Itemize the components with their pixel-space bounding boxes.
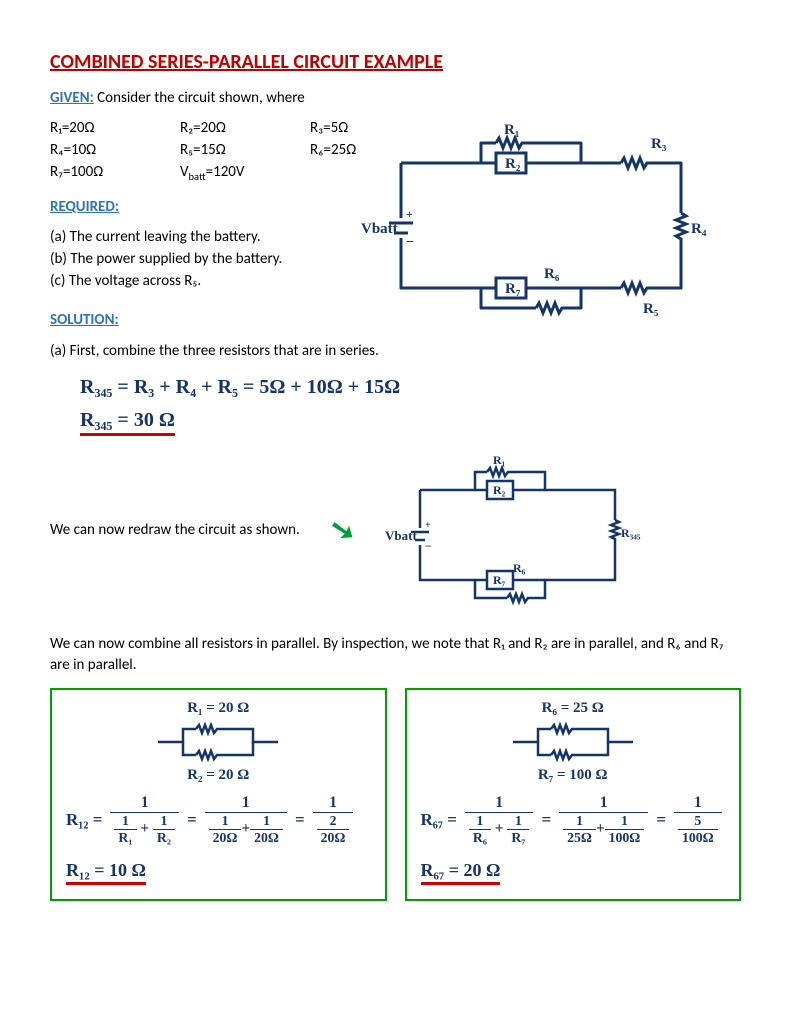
svg-text:−: − (406, 235, 414, 250)
box-r67: R₆ = 25 Ω R₇ = 100 Ω R₆₇ = 11R₆ + 1R₇ = … (405, 688, 742, 901)
svg-text:R₂: R₂ (505, 156, 521, 172)
parallel-text: We can now combine all resistors in para… (50, 634, 741, 676)
given-r5: R₅=15Ω (180, 141, 310, 159)
svg-text:R₁: R₁ (504, 122, 519, 138)
svg-text:+: + (425, 520, 431, 531)
given-r2: R₂=20Ω (180, 119, 310, 137)
given-line: GIVEN: Consider the circuit shown, where (50, 88, 741, 109)
svg-text:R₂: R₂ (493, 483, 506, 497)
svg-text:Vbatt: Vbatt (385, 528, 417, 543)
redraw-row: We can now redraw the circuit as shown. … (50, 450, 741, 610)
circuit-diagram-main: R₁ R₂ R₃ R₄ R₅ R₆ R₇ Vbatt + − (361, 118, 711, 318)
given-r7: R₇=100Ω (50, 163, 180, 183)
svg-text:R₄: R₄ (691, 221, 707, 237)
svg-text:R₇: R₇ (505, 281, 521, 297)
given-intro: Consider the circuit shown, where (94, 89, 305, 107)
svg-text:R₃: R₃ (651, 136, 667, 152)
svg-text:R₆: R₆ (513, 561, 526, 575)
page-title: COMBINED SERIES-PARALLEL CIRCUIT EXAMPLE (50, 50, 741, 74)
redraw-text: We can now redraw the circuit as shown. (50, 521, 300, 539)
svg-text:R₃₄₅: R₃₄₅ (621, 526, 641, 540)
svg-text:−: − (425, 539, 432, 553)
svg-text:R₇: R₇ (493, 573, 506, 587)
arrow-icon: ➘ (327, 510, 358, 551)
svg-text:+: + (406, 207, 413, 221)
box-r12: R₁ = 20 Ω R₂ = 20 Ω R₁₂ = 11R₁ + 1R₂ = 1… (50, 688, 387, 901)
svg-text:R₁: R₁ (493, 453, 506, 467)
solution-a-intro: (a) First, combine the three resistors t… (50, 341, 741, 362)
given-vbatt: Vbatt=120V (180, 163, 310, 183)
equation-r345: R₃₄₅ = R₃ + R₄ + R₅ = 5Ω + 10Ω + 15Ω R₃₄… (80, 376, 741, 436)
given-label: GIVEN: (50, 89, 94, 107)
circuit-diagram-simplified: R₁ R₂ R₃₄₅ R₆ R₇ Vbatt + − (385, 450, 645, 610)
given-r4: R₄=10Ω (50, 141, 180, 159)
svg-text:R₆: R₆ (544, 266, 560, 282)
given-r1: R₁=20Ω (50, 119, 180, 137)
svg-text:R₅: R₅ (643, 301, 659, 317)
svg-text:Vbatt: Vbatt (361, 221, 398, 237)
